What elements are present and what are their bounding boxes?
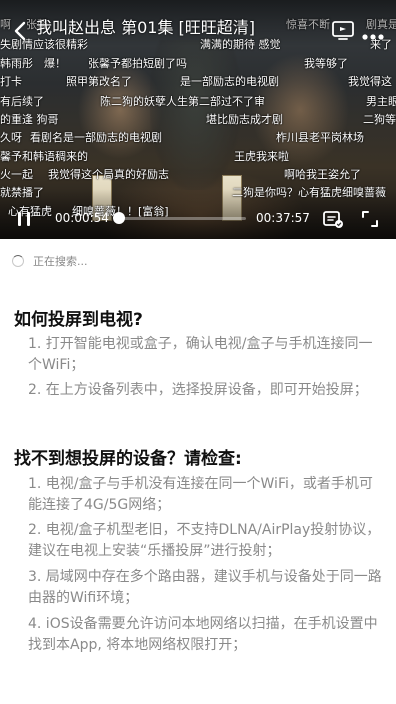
help-step: 2. 在上方设备列表中，选择投屏设备，即可开始投屏； — [28, 382, 368, 398]
danmaku-comment: 张馨予都拍短剧了吗 — [88, 57, 187, 70]
danmaku-comment: 是一部励志的电视剧 — [180, 75, 279, 88]
danmaku-comment: 照甲第改名了 — [66, 75, 132, 88]
fullscreen-button[interactable] — [360, 209, 380, 229]
danmaku-comment: 馨予和韩语稠来的 — [0, 150, 88, 163]
device-search-status: 正在搜索... — [12, 252, 88, 270]
progress-handle[interactable] — [113, 212, 126, 224]
danmaku-comment: 爆！ — [44, 57, 66, 70]
cast-icon — [332, 21, 354, 40]
danmaku-comment: 柞川县老平岗林场 — [276, 131, 364, 144]
chevron-left-icon — [14, 21, 26, 41]
fullscreen-icon — [362, 211, 378, 227]
danmaku-comment: 的重逢 狗哥 — [0, 113, 59, 126]
danmaku-comment: 啊哈我王姿允了 — [284, 168, 361, 181]
danmaku-comment: 二狗等 — [363, 113, 396, 126]
danmaku-comment: 就禁播了 — [0, 186, 44, 199]
danmaku-comment: 看剧名是一部励志的电视剧 — [30, 131, 162, 144]
cast-button[interactable] — [331, 19, 355, 41]
total-time: 00:37:57 — [256, 211, 310, 225]
danmaku-comment: 韩雨彤 — [0, 57, 33, 70]
danmaku-comment: 二狗是你吗？心有猛虎细嗅蔷薇 — [232, 186, 386, 199]
current-time: 00:00:54 — [55, 211, 109, 225]
play-icon — [18, 212, 30, 226]
more-button[interactable] — [362, 26, 384, 40]
danmaku-comment: 久呀 — [0, 131, 22, 144]
help-step: 1. 打开智能电视或盒子，确认电视/盒子与手机连接同一个WiFi； — [28, 336, 373, 373]
danmaku-comment: 我等够了 — [304, 57, 348, 70]
danmaku-toggle-button[interactable] — [322, 209, 344, 229]
help-check-item: 2. 电视/盒子机型老旧，不支持DLNA/AirPlay投射协议，建议在电视上安… — [28, 522, 381, 559]
search-status-text: 正在搜索... — [33, 255, 88, 268]
more-icon — [362, 34, 384, 40]
danmaku-comment: 堪比励志成才剧 — [206, 113, 283, 126]
danmaku-comment: 我觉得这 — [348, 75, 392, 88]
progress-bar[interactable] — [113, 212, 246, 224]
help-check-item: 4. iOS设备需要允许访问本地网络以扫描，在手机设置中找到本App, 将本地网… — [28, 616, 378, 653]
danmaku-comment: 有后续了 — [0, 95, 44, 108]
danmaku-comment: 王虎我来啦 — [234, 150, 289, 163]
help-check-item: 1. 电视/盒子与手机没有连接在同一个WiFi，或者手机可能连接了4G/5G网络… — [28, 476, 373, 513]
danmaku-toggle-icon — [323, 211, 343, 228]
back-button[interactable] — [8, 18, 34, 44]
video-title: 我叫赵出息 第01集 [旺旺超清] — [36, 18, 256, 37]
danmaku-comment: 我觉得这个局真的好励志 — [48, 168, 169, 181]
danmaku-comment: 火一起 — [0, 168, 33, 181]
play-button[interactable] — [14, 209, 34, 229]
loading-spinner-icon — [12, 255, 24, 267]
danmaku-comment: 陈二狗的妖孽人生第二部过不了审 — [100, 95, 265, 108]
help-heading-troubleshoot: 找不到想投屏的设备？请检查: — [14, 449, 242, 469]
video-player[interactable]: 啊 张馨 惊喜不断 剧真是 失剧情应该很精彩 满满的期待 感觉 来了 韩雨彤 爆… — [0, 0, 396, 239]
danmaku-comment: 男主眼 — [366, 95, 396, 108]
danmaku-comment: 打卡 — [0, 75, 22, 88]
help-check-item: 3. 局域网中存在多个路由器，建议手机与设备处于同一路由器的Wifi环境； — [28, 569, 382, 606]
danmaku-comment: 惊喜不断 — [286, 18, 330, 31]
help-heading-how-to-cast: 如何投屏到电视? — [14, 310, 143, 330]
